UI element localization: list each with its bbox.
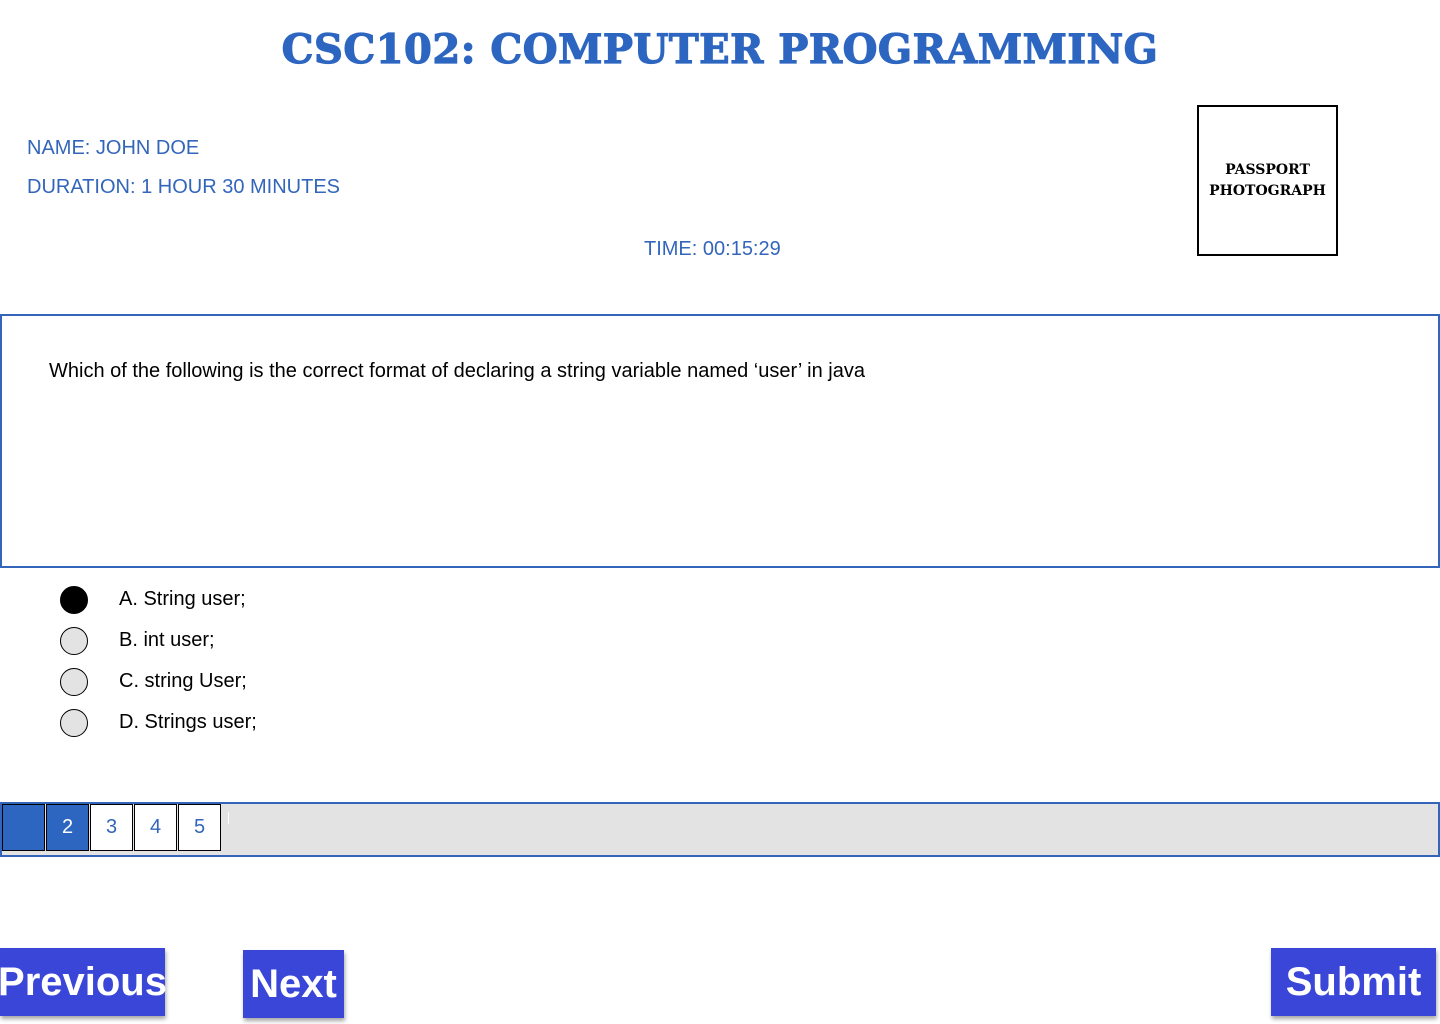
submit-button[interactable]: Submit <box>1271 948 1436 1016</box>
next-button[interactable]: Next <box>243 950 344 1018</box>
countdown-timer: TIME: 00:15:29 <box>644 238 781 260</box>
exam-duration: DURATION: 1 HOUR 30 MINUTES <box>27 176 340 198</box>
option-label: A. String user; <box>119 588 246 610</box>
radio-button-selected[interactable] <box>60 585 88 614</box>
option-label: D. Strings user; <box>119 711 257 733</box>
radio-button[interactable] <box>60 626 88 655</box>
question-panel: Which of the following is the correct fo… <box>0 314 1440 568</box>
question-text: Which of the following is the correct fo… <box>49 360 865 382</box>
option-d[interactable]: D. Strings user; <box>60 702 257 743</box>
radio-button[interactable] <box>60 667 88 696</box>
page-button-5[interactable]: 5 <box>178 804 221 851</box>
page-button-2[interactable]: 2 <box>46 804 89 851</box>
passport-photo-label: PASSPORT PHOTOGRAPH <box>1209 161 1326 199</box>
passport-photo-placeholder: PASSPORT PHOTOGRAPH <box>1197 105 1338 256</box>
option-a[interactable]: A. String user; <box>60 579 257 620</box>
option-label: C. string User; <box>119 670 247 692</box>
previous-button[interactable]: Previous <box>0 948 167 1016</box>
question-navigator: 2 3 4 5 <box>0 802 1440 857</box>
radio-button[interactable] <box>60 708 88 737</box>
option-label: B. int user; <box>119 629 215 651</box>
option-c[interactable]: C. string User; <box>60 661 257 702</box>
page-button-3[interactable]: 3 <box>90 804 133 851</box>
answer-options: A. String user; B. int user; C. string U… <box>60 579 257 743</box>
exam-page: CSC102: COMPUTER PROGRAMMING NAME: JOHN … <box>0 0 1440 1024</box>
page-title: CSC102: COMPUTER PROGRAMMING <box>281 25 1159 73</box>
option-b[interactable]: B. int user; <box>60 620 257 661</box>
candidate-name: NAME: JOHN DOE <box>27 137 200 159</box>
page-button-4[interactable]: 4 <box>134 804 177 851</box>
page-button-1[interactable] <box>2 804 45 851</box>
text-caret <box>228 812 229 824</box>
